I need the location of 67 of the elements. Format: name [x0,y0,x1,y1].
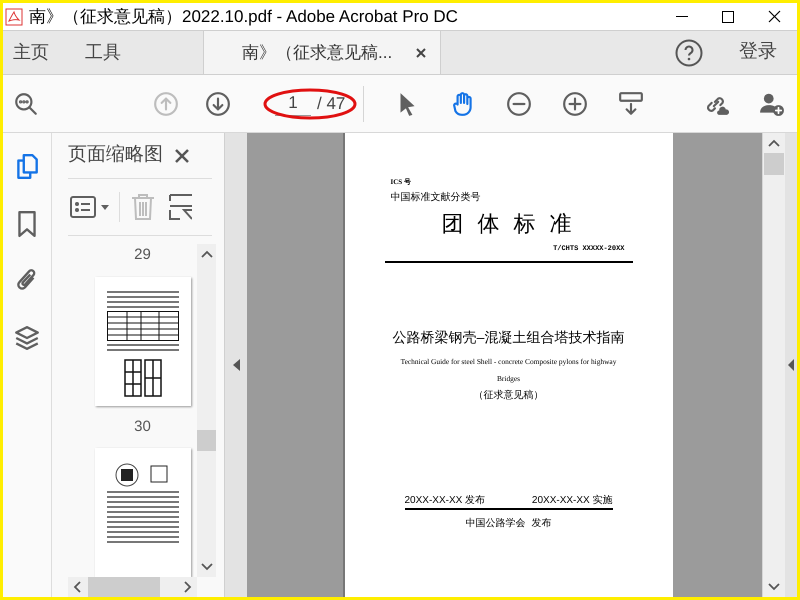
close-tab-icon[interactable] [416,48,426,58]
text-line-drawing [106,531,178,533]
text-line-drawing [106,526,178,528]
classification-label: 中国标准文献分类号 [390,190,482,204]
extract-pages-icon[interactable] [168,193,192,221]
text-line-drawing [106,521,178,523]
text-line-drawing [106,296,178,298]
text-line-drawing [106,516,178,518]
vertical-scrollbar[interactable] [197,244,216,577]
text-line-drawing [106,496,178,498]
scroll-mode-icon [618,90,644,116]
caret-icon [101,204,109,210]
document-tab[interactable]: 南》（征求意见稿... [203,31,442,74]
search-icon [13,90,39,116]
window-title: 南》（征求意见稿）2022.10.pdf - Adobe Acrobat Pro DC [29,6,458,28]
arrow-down-circle-icon [205,90,231,116]
standard-heading: 团 体 标 准 [440,210,577,238]
text-line-drawing [106,348,178,350]
page-thumbnail[interactable] [94,276,190,406]
document-title: 公路桥梁钢壳–混凝土组合塔技术指南 [392,328,626,347]
text-line-drawing [106,506,178,508]
horizontal-scrollbar[interactable] [68,577,197,597]
minus-circle-icon [506,90,532,116]
page-count: / 47 [317,92,346,115]
text-line-drawing [106,306,178,308]
text-line-drawing [106,541,178,543]
layers-panel-button[interactable] [14,324,40,352]
document-scrollbar[interactable] [762,133,785,597]
sign-in-button[interactable]: 登录 [739,31,777,74]
page-thumbnail[interactable] [94,448,190,577]
effective-date: 20XX-XX-XX 实施 [532,494,612,508]
text-line-drawing [106,290,178,292]
collapse-arrow-icon [232,359,240,371]
text-line-drawing [106,536,178,538]
page-label: 29 [134,245,151,265]
text-line-drawing [106,491,178,493]
help-icon[interactable] [675,38,703,66]
page-number-field[interactable]: 1 [275,92,311,116]
pdf-app-icon [5,8,23,26]
pages-panel-button[interactable] [14,153,40,181]
nav-tab[interactable]: 主页 [3,31,59,74]
close-icon [768,10,780,23]
plus-circle-icon [562,90,588,116]
list-options-icon [70,196,96,218]
scrollbar-thumb[interactable] [88,577,160,597]
options-dropdown[interactable] [70,196,109,218]
scrollbar-thumb[interactable] [197,430,216,451]
publisher: 中国公路学会 发布 [464,516,552,531]
draft-label: （征求意见稿） [472,388,544,403]
scrollbar-thumb[interactable] [764,153,784,175]
close-icon[interactable] [174,148,190,164]
expand-arrow-icon [788,359,794,371]
issue-date: 20XX-XX-XX 发布 [404,494,486,508]
grid-figure-drawing [122,358,162,398]
text-line-drawing [106,300,178,302]
arrow-up-circle-icon [153,90,179,116]
text-line-drawing [106,344,178,346]
text-line-drawing [106,501,178,503]
panel-title: 页面缩略图 [68,143,163,168]
layers-icon [14,324,40,352]
nav-tab[interactable]: 工具 [75,31,131,74]
pages-icon [14,153,40,181]
text-line-drawing [106,511,178,513]
table-drawing [106,310,178,340]
page-label: 30 [134,416,151,436]
add-user-icon [759,90,785,116]
trash-icon [130,193,156,221]
